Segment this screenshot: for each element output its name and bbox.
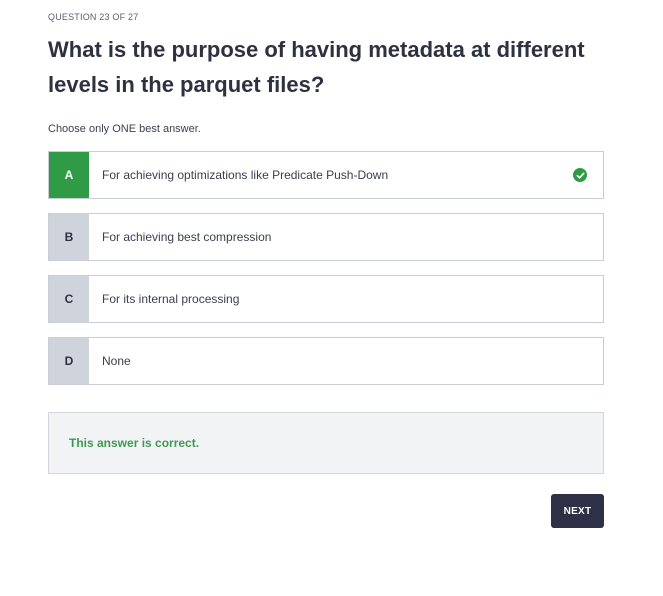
- feedback-panel: This answer is correct.: [48, 412, 604, 474]
- answer-option-a[interactable]: A For achieving optimizations like Predi…: [48, 151, 604, 199]
- feedback-message: This answer is correct.: [69, 436, 200, 450]
- answer-option-d[interactable]: D None: [48, 337, 604, 385]
- option-letter: C: [49, 276, 89, 322]
- option-letter: D: [49, 338, 89, 384]
- answer-option-b[interactable]: B For achieving best compression: [48, 213, 604, 261]
- option-text: For its internal processing: [102, 292, 240, 306]
- option-text: For achieving optimizations like Predica…: [102, 168, 389, 182]
- option-text: None: [102, 354, 131, 368]
- answer-instruction: Choose only ONE best answer.: [48, 123, 201, 135]
- question-title: What is the purpose of having metadata a…: [48, 37, 585, 97]
- option-text: For achieving best compression: [102, 230, 272, 244]
- option-letter: B: [49, 214, 89, 260]
- next-button[interactable]: NEXT: [551, 494, 604, 528]
- question-counter: QUESTION 23 OF 27: [48, 12, 139, 22]
- answer-options: A For achieving optimizations like Predi…: [48, 151, 604, 399]
- answer-option-c[interactable]: C For its internal processing: [48, 275, 604, 323]
- check-circle-icon: [573, 168, 587, 182]
- option-letter: A: [49, 152, 89, 198]
